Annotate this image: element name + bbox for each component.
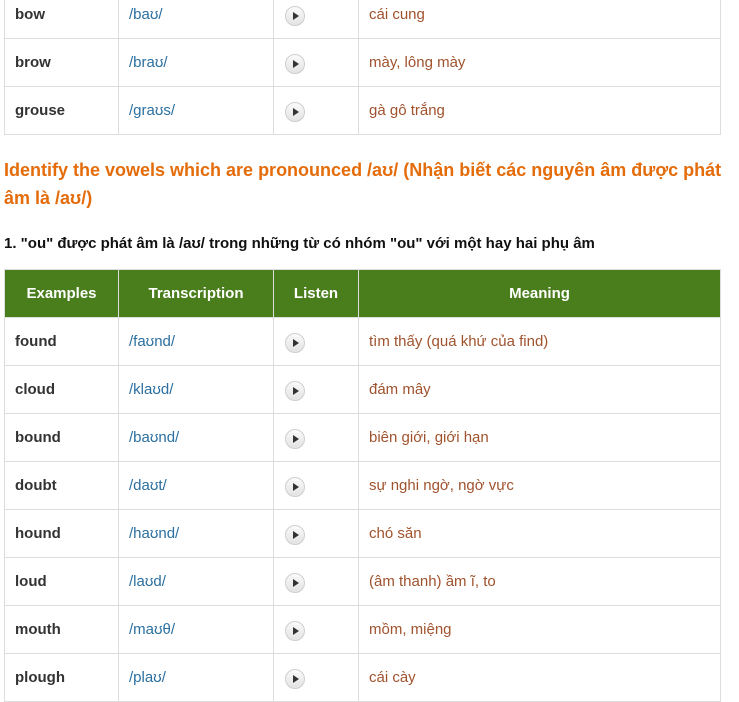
meaning: chó săn — [358, 509, 721, 558]
transcription: /plaʊ/ — [118, 653, 274, 702]
example-word: mouth — [4, 605, 119, 654]
transcription: /daʊt/ — [118, 461, 274, 510]
column-header-examples: Examples — [4, 269, 119, 318]
transcription: /baʊ/ — [118, 0, 274, 39]
play-icon[interactable] — [285, 380, 305, 401]
listen-cell — [273, 509, 359, 558]
play-icon[interactable] — [285, 5, 305, 26]
play-icon[interactable] — [285, 620, 305, 641]
example-word: cloud — [4, 365, 119, 414]
column-header-transcription: Transcription — [118, 269, 274, 318]
vocabulary-table-top: bow /baʊ/ cái cung brow /braʊ/ mày, lông… — [4, 0, 721, 135]
play-icon[interactable] — [285, 668, 305, 689]
table-row: doubt /daʊt/ sự nghi ngờ, ngờ vực — [4, 461, 721, 510]
table-row: cloud /klaʊd/ đám mây — [4, 365, 721, 414]
meaning: gà gô trắng — [358, 86, 721, 135]
meaning: cái cung — [358, 0, 721, 39]
vocabulary-table-main: Examples Transcription Listen Meaning fo… — [4, 269, 721, 702]
example-word: grouse — [4, 86, 119, 135]
transcription: /faʊnd/ — [118, 317, 274, 366]
section-subheading: 1. "ou" được phát âm là /aʊ/ trong những… — [4, 235, 595, 252]
table-row: bound /baʊnd/ biên giới, giới hạn — [4, 413, 721, 462]
table-row: loud /laʊd/ (âm thanh) ầm ĩ, to — [4, 557, 721, 606]
example-word: doubt — [4, 461, 119, 510]
listen-cell — [273, 461, 359, 510]
play-icon[interactable] — [285, 101, 305, 122]
section-heading: Identify the vowels which are pronounced… — [4, 160, 722, 208]
table-row: hound /haʊnd/ chó săn — [4, 509, 721, 558]
listen-cell — [273, 413, 359, 462]
meaning: mày, lông mày — [358, 38, 721, 87]
column-header-meaning: Meaning — [358, 269, 721, 318]
example-word: bound — [4, 413, 119, 462]
table-row: brow /braʊ/ mày, lông mày — [4, 38, 721, 87]
play-icon[interactable] — [285, 428, 305, 449]
meaning: (âm thanh) ầm ĩ, to — [358, 557, 721, 606]
listen-cell — [273, 653, 359, 702]
transcription: /maʊθ/ — [118, 605, 274, 654]
listen-cell — [273, 317, 359, 366]
example-word: plough — [4, 653, 119, 702]
example-word: bow — [4, 0, 119, 39]
listen-cell — [273, 605, 359, 654]
example-word: hound — [4, 509, 119, 558]
example-word: brow — [4, 38, 119, 87]
transcription: /laʊd/ — [118, 557, 274, 606]
play-icon[interactable] — [285, 53, 305, 74]
meaning: sự nghi ngờ, ngờ vực — [358, 461, 721, 510]
transcription: /graʊs/ — [118, 86, 274, 135]
play-icon[interactable] — [285, 572, 305, 593]
play-icon[interactable] — [285, 476, 305, 497]
column-header-listen: Listen — [273, 269, 359, 318]
table-row: found /faʊnd/ tìm thấy (quá khứ của find… — [4, 317, 721, 366]
play-icon[interactable] — [285, 332, 305, 353]
transcription: /baʊnd/ — [118, 413, 274, 462]
example-word: found — [4, 317, 119, 366]
table-row: bow /baʊ/ cái cung — [4, 0, 721, 39]
table-header-row: Examples Transcription Listen Meaning — [4, 269, 721, 318]
meaning: tìm thấy (quá khứ của find) — [358, 317, 721, 366]
meaning: mồm, miệng — [358, 605, 721, 654]
example-word: loud — [4, 557, 119, 606]
table-row: grouse /graʊs/ gà gô trắng — [4, 86, 721, 135]
listen-cell — [273, 365, 359, 414]
table-row: plough /plaʊ/ cái cày — [4, 653, 721, 702]
meaning: đám mây — [358, 365, 721, 414]
listen-cell — [273, 557, 359, 606]
transcription: /braʊ/ — [118, 38, 274, 87]
meaning: biên giới, giới hạn — [358, 413, 721, 462]
listen-cell — [273, 38, 359, 87]
play-icon[interactable] — [285, 524, 305, 545]
meaning: cái cày — [358, 653, 721, 702]
listen-cell — [273, 0, 359, 39]
listen-cell — [273, 86, 359, 135]
table-row: mouth /maʊθ/ mồm, miệng — [4, 605, 721, 654]
transcription: /haʊnd/ — [118, 509, 274, 558]
transcription: /klaʊd/ — [118, 365, 274, 414]
